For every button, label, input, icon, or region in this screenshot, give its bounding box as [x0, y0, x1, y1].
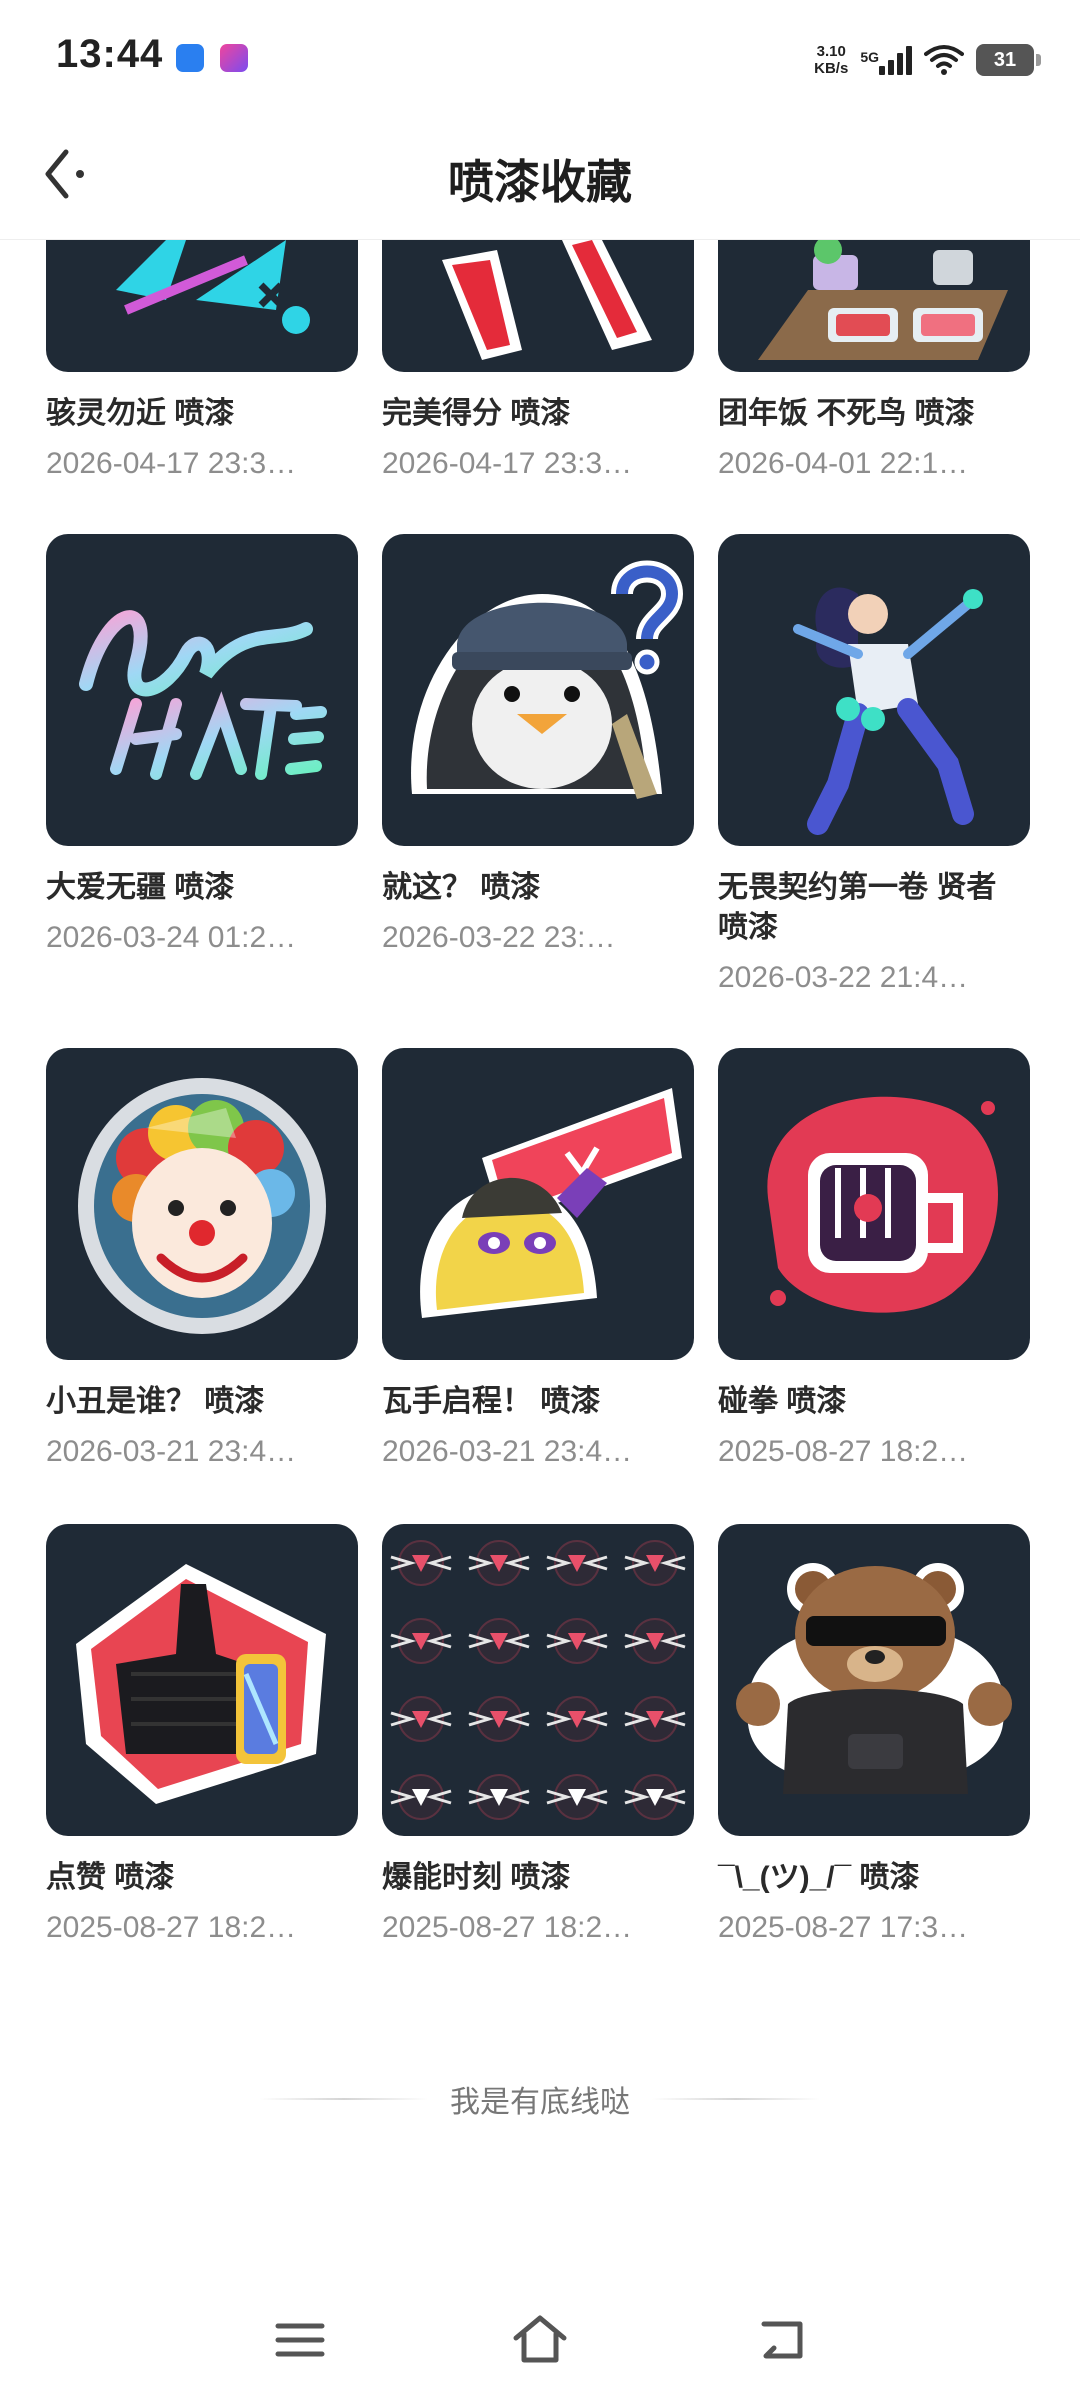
question-penguin-icon [411, 560, 684, 799]
spray-title: 大爱无疆 喷漆 [46, 871, 235, 904]
divider [652, 2098, 820, 2100]
spray-card[interactable]: 团年饭 不死鸟 喷漆 2026-04-01 22:1… [718, 240, 1030, 484]
battery-indicator: 31 [976, 44, 1041, 76]
spray-title: 团年饭 不死鸟 喷漆 [718, 397, 975, 430]
spray-card[interactable]: 爆能时刻 喷漆 2025-08-27 18:2… [382, 1524, 694, 1948]
end-of-list-text: 我是有底线哒 [450, 2086, 630, 2119]
spray-card[interactable]: 完美得分 喷漆 2026-04-17 23:3… [382, 240, 694, 484]
pattern-emblem [390, 1540, 452, 1586]
spray-date: 2025-08-27 18:2… [718, 1435, 969, 1468]
spray-title: ¯\_(ツ)_/¯ 喷漆 [718, 1861, 920, 1894]
net-speed-value: 3.10 [816, 43, 846, 60]
clown-mirror-icon [78, 1078, 326, 1334]
spray-title: 骇灵勿近 喷漆 [46, 397, 235, 430]
spray-date: 2026-03-24 01:2… [46, 921, 297, 954]
spray-card[interactable]: 骇灵勿近 喷漆 2026-04-17 23:3… [46, 240, 358, 484]
pattern-grid-icon [390, 1540, 686, 1820]
page-header: 喷漆收藏 [0, 118, 1080, 240]
pattern-emblem [546, 1696, 608, 1742]
spray-date: 2025-08-27 18:2… [46, 1911, 297, 1944]
spray-date: 2025-08-27 18:2… [382, 1911, 633, 1944]
network-type: 5G [860, 49, 879, 65]
spray-date: 2026-03-22 23:… [382, 921, 616, 954]
sage-agent-icon [793, 587, 983, 835]
spray-date: 2026-04-17 23:3… [46, 447, 297, 480]
menu-icon[interactable] [270, 2310, 330, 2370]
pattern-emblem [390, 1696, 452, 1742]
pattern-emblem [546, 1774, 608, 1820]
creature-sign-icon [420, 1088, 682, 1318]
back-icon[interactable] [752, 2310, 812, 2370]
spray-thumbnail [46, 240, 358, 372]
dinner-table-icon [758, 240, 1008, 360]
pattern-emblem [468, 1540, 530, 1586]
pattern-emblem [390, 1618, 452, 1664]
spray-title: 就这？ 喷漆 [382, 871, 541, 904]
spray-thumbnail [718, 1524, 1030, 1836]
pattern-emblem [390, 1774, 452, 1820]
pattern-emblem [468, 1774, 530, 1820]
spray-thumbnail [382, 1048, 694, 1360]
fist-bump-icon [767, 1096, 998, 1313]
pattern-emblem [624, 1540, 686, 1586]
spray-thumbnail [718, 534, 1030, 846]
spray-title: 完美得分 喷漆 [382, 397, 571, 430]
divider [260, 2098, 428, 2100]
pattern-emblem [624, 1696, 686, 1742]
app-notification-icon-blue [176, 44, 204, 72]
thumbs-up-icon [76, 1564, 326, 1804]
spray-card[interactable]: 无畏契约第一卷 贤者 喷漆 2026-03-22 21:4… [718, 534, 1030, 998]
spray-grid: 骇灵勿近 喷漆 2026-04-17 23:3… 完美得分 喷漆 2026-04… [0, 240, 1080, 2280]
spray-card[interactable]: 瓦手启程！ 喷漆 2026-03-21 23:4… [382, 1048, 694, 1472]
network-speed: 3.10 KB/s [814, 43, 848, 77]
spray-card[interactable]: 点赞 喷漆 2025-08-27 18:2… [46, 1524, 358, 1948]
love-over-hate-lettering-icon [79, 610, 327, 780]
spray-title: 瓦手启程！ 喷漆 [382, 1385, 601, 1418]
pattern-emblem [546, 1618, 608, 1664]
home-icon[interactable] [510, 2310, 570, 2370]
spray-title: 无畏契约第一卷 贤者 喷漆 [718, 871, 997, 944]
pattern-emblem [468, 1696, 530, 1742]
status-time: 13:44 [56, 32, 164, 76]
spray-title: 点赞 喷漆 [46, 1861, 175, 1894]
spray-date: 2026-04-01 22:1… [718, 447, 969, 480]
spray-thumbnail [382, 1524, 694, 1836]
pattern-emblem [546, 1540, 608, 1586]
spray-date: 2026-04-17 23:3… [382, 447, 633, 480]
end-of-list-note: 我是有底线哒 [0, 2074, 1080, 2124]
signal-icon [879, 45, 912, 75]
net-speed-unit: KB/s [814, 60, 849, 77]
spray-title: 碰拳 喷漆 [718, 1385, 847, 1418]
app-notification-icon-crown [220, 44, 248, 72]
spray-date: 2026-03-21 23:4… [382, 1435, 633, 1468]
spray-thumbnail [382, 534, 694, 846]
spray-thumbnail [718, 1048, 1030, 1360]
spray-card[interactable]: 碰拳 喷漆 2025-08-27 18:2… [718, 1048, 1030, 1472]
spray-card[interactable]: 就这？ 喷漆 2026-03-22 23:… [382, 534, 694, 958]
spray-card[interactable]: 大爱无疆 喷漆 2026-03-24 01:2… [46, 534, 358, 958]
graffiti-x-icon [116, 240, 310, 334]
red-checkmark-icon [442, 240, 652, 360]
spray-thumbnail [46, 534, 358, 846]
spray-title: 爆能时刻 喷漆 [382, 1861, 571, 1894]
page-title: 喷漆收藏 [448, 156, 632, 208]
spray-card[interactable]: ¯\_(ツ)_/¯ 喷漆 2025-08-27 17:3… [718, 1524, 1030, 1948]
pattern-emblem [624, 1774, 686, 1820]
system-nav-bar [0, 2280, 1080, 2400]
spray-thumbnail [46, 1048, 358, 1360]
spray-date: 2026-03-22 21:4… [718, 961, 969, 994]
pattern-emblem [468, 1618, 530, 1664]
status-bar: 13:44 3.10 KB/s 5G 31 [0, 0, 1080, 118]
shrug-bear-icon [736, 1563, 1012, 1794]
spray-thumbnail [46, 1524, 358, 1836]
wifi-icon [924, 45, 964, 75]
spray-date: 2025-08-27 17:3… [718, 1911, 969, 1944]
spray-title: 小丑是谁？ 喷漆 [46, 1385, 265, 1418]
spray-card[interactable]: 小丑是谁？ 喷漆 2026-03-21 23:4… [46, 1048, 358, 1472]
status-right-group: 3.10 KB/s 5G 31 [814, 38, 1041, 82]
spray-date: 2026-03-21 23:4… [46, 1435, 297, 1468]
spray-thumbnail [718, 240, 1030, 372]
pattern-emblem [624, 1618, 686, 1664]
spray-thumbnail [382, 240, 694, 372]
